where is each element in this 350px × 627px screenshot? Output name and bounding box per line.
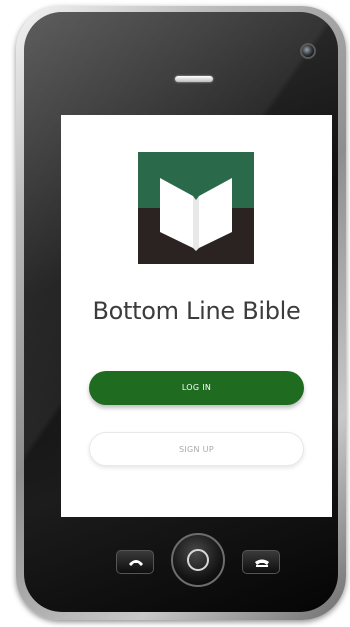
- speaker-icon: [175, 76, 213, 82]
- app-screen: Bottom Line Bible LOG IN SIGN UP: [61, 115, 332, 517]
- camera-icon: [300, 43, 316, 59]
- phone-mockup: Bottom Line Bible LOG IN SIGN UP: [0, 0, 350, 627]
- home-button-icon: [187, 549, 209, 571]
- home-button[interactable]: [171, 533, 225, 587]
- hangup-button[interactable]: [242, 550, 280, 574]
- signup-button[interactable]: SIGN UP: [89, 432, 304, 466]
- phone-hangup-icon: [255, 559, 269, 567]
- app-logo: [138, 152, 254, 264]
- app-title: Bottom Line Bible: [92, 297, 301, 325]
- phone-call-icon: [129, 560, 143, 566]
- open-book-icon: [160, 178, 232, 251]
- login-button[interactable]: LOG IN: [89, 371, 304, 405]
- call-button[interactable]: [116, 550, 154, 574]
